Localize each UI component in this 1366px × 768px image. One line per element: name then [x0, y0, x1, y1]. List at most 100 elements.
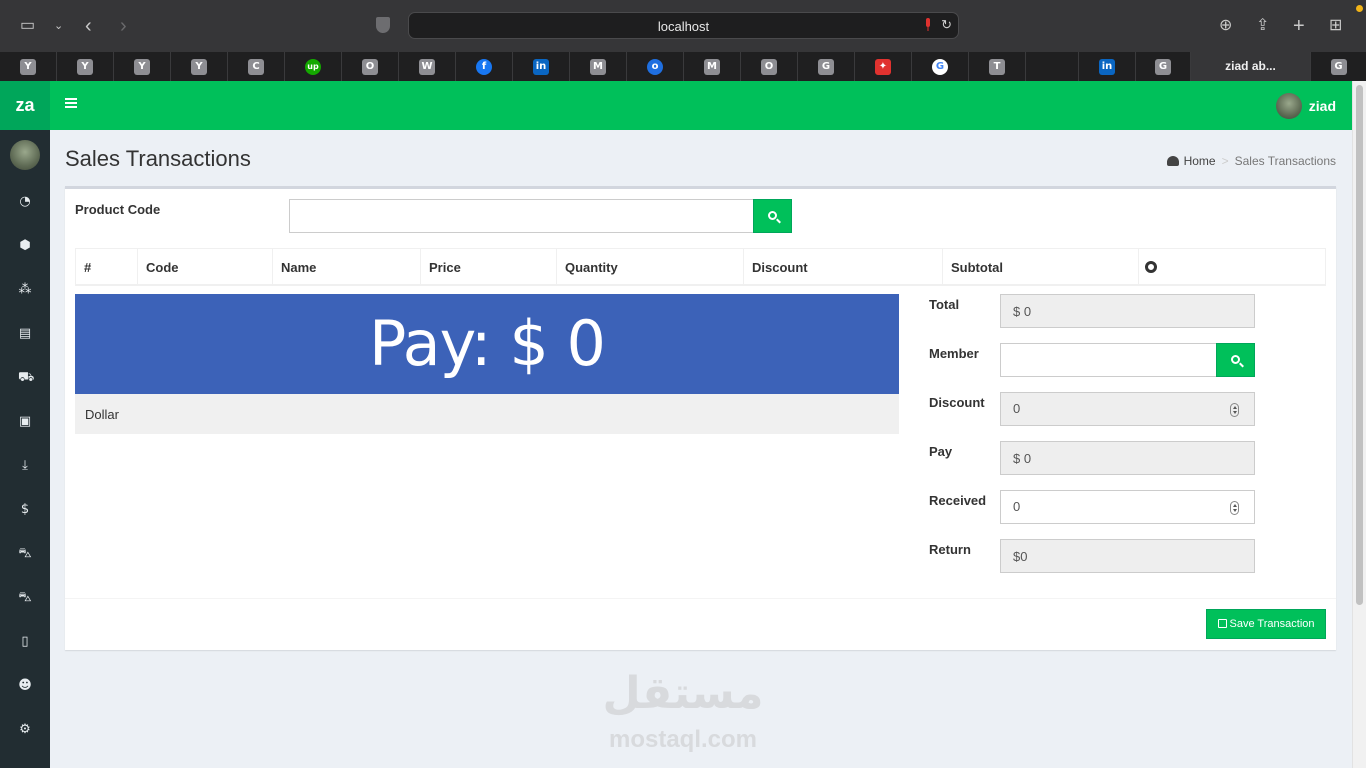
column-header: Name — [273, 249, 421, 285]
tab[interactable]: G — [1311, 52, 1366, 81]
tab-favicon: o — [647, 59, 663, 75]
address-text[interactable]: localhost — [409, 19, 958, 34]
tab-favicon: G — [1330, 59, 1347, 75]
page-scrollbar[interactable] — [1352, 81, 1366, 768]
product-search-button[interactable] — [753, 199, 792, 233]
back-icon[interactable]: ‹ — [85, 14, 92, 38]
table-header: # Code Name Price Quantity Discount Subt… — [75, 248, 1326, 286]
tab[interactable] — [1026, 52, 1079, 81]
sidebar-item-settings[interactable]: ⚙ — [0, 715, 50, 745]
chevron-down-icon[interactable]: ⌄ — [54, 14, 63, 38]
cube-icon: ⬢ — [19, 238, 31, 253]
box-footer-divider — [65, 598, 1336, 599]
downloads-icon[interactable]: ⊕ — [1219, 14, 1232, 38]
member-field[interactable] — [1000, 343, 1217, 377]
tab-favicon: in — [533, 59, 549, 75]
stepper-icon[interactable] — [1230, 403, 1239, 417]
sidebar-item-members[interactable]: ▤ — [0, 319, 50, 349]
save-transaction-button[interactable]: Save Transaction — [1206, 609, 1326, 639]
reload-icon[interactable]: ↻ — [941, 17, 952, 33]
dashboard-icon — [1166, 156, 1179, 166]
pay-field[interactable] — [1000, 441, 1255, 475]
money-icon: ▣ — [18, 414, 32, 429]
sidebar-item-dashboard[interactable]: ◔ — [0, 187, 50, 217]
sidebar-item-expenses[interactable]: ▣ — [0, 407, 50, 437]
sidebar-item-new-transaction[interactable]: ⛍ — [0, 583, 50, 613]
id-card-icon: ▤ — [18, 326, 32, 341]
tab-overview-icon[interactable]: ⊞ — [1329, 14, 1342, 38]
tab[interactable]: o — [627, 52, 684, 81]
forward-icon[interactable]: › — [120, 14, 127, 38]
tab[interactable]: G — [798, 52, 855, 81]
sidebar-item-transactions[interactable]: ⛍ — [0, 539, 50, 569]
return-field[interactable] — [1000, 539, 1255, 573]
sidebar-item-purchases[interactable]: ⤓ — [0, 451, 50, 481]
tab-favicon: W — [419, 59, 435, 75]
tab-favicon: ✦ — [875, 59, 891, 75]
pay-label: Pay — [929, 444, 953, 459]
total-label: Total — [929, 297, 960, 312]
tab-favicon: O — [362, 59, 378, 75]
tab[interactable]: W — [399, 52, 456, 81]
tab-favicon: in — [1099, 59, 1115, 75]
user-name[interactable]: ziad — [1309, 98, 1336, 114]
share-icon[interactable]: ⇪ — [1256, 14, 1269, 38]
app-logo[interactable]: za — [0, 81, 50, 130]
dashboard-icon: ◔ — [19, 194, 31, 209]
microphone-icon[interactable] — [924, 18, 932, 32]
sidebar-toggle-icon[interactable]: ▭ — [20, 14, 35, 38]
sidebar-item-users[interactable]: ☻ — [0, 671, 50, 701]
tab[interactable]: Y — [171, 52, 228, 81]
new-tab-icon[interactable]: + — [1293, 14, 1305, 38]
tab-active[interactable]: ziad ab... — [1191, 52, 1311, 81]
privacy-shield-icon[interactable] — [376, 17, 390, 33]
scrollbar-thumb[interactable] — [1356, 85, 1363, 605]
tab[interactable]: C — [228, 52, 285, 81]
received-label: Received — [929, 493, 987, 508]
discount-field[interactable]: 0 — [1000, 392, 1255, 426]
tab[interactable]: O — [741, 52, 798, 81]
browser-toolbar: ▭ ⌄ ‹ › localhost ↻ ⊕ ⇪ + ⊞ — [0, 0, 1366, 52]
breadcrumb-separator: > — [1221, 154, 1229, 168]
tab[interactable]: in — [1079, 52, 1136, 81]
tab-bar: Y Y Y Y C up O W f in M o M O G ✦ G T in… — [0, 52, 1366, 81]
member-search-button[interactable] — [1216, 343, 1255, 377]
avatar[interactable] — [1276, 93, 1302, 119]
breadcrumb-home[interactable]: Home — [1184, 154, 1216, 168]
tab[interactable]: T — [969, 52, 1026, 81]
tab[interactable]: M — [570, 52, 627, 81]
cubes-icon: ⁂ — [18, 282, 32, 297]
tab[interactable]: O — [342, 52, 399, 81]
sidebar-item-reports[interactable]: ▯ — [0, 627, 50, 657]
notification-dot — [1356, 5, 1363, 12]
tab[interactable]: f — [456, 52, 513, 81]
return-label: Return — [929, 542, 971, 557]
tab-favicon: Y — [20, 59, 36, 75]
menu-toggle-icon[interactable] — [65, 98, 77, 109]
tab[interactable]: Y — [57, 52, 114, 81]
tab[interactable]: Y — [0, 52, 57, 81]
tab[interactable]: up — [285, 52, 342, 81]
discount-label: Discount — [929, 395, 985, 410]
tab[interactable]: in — [513, 52, 570, 81]
tab[interactable]: ✦ — [855, 52, 912, 81]
sidebar-item-sales[interactable]: $ — [0, 495, 50, 525]
column-header-actions — [1139, 249, 1326, 285]
total-field[interactable] — [1000, 294, 1255, 328]
tab[interactable]: G — [912, 52, 969, 81]
received-field[interactable]: 0 — [1000, 490, 1255, 524]
sidebar-item-products[interactable]: ⁂ — [0, 275, 50, 305]
sidebar-item-categories[interactable]: ⬢ — [0, 231, 50, 261]
tab[interactable]: M — [684, 52, 741, 81]
cogs-icon: ⚙ — [19, 722, 31, 737]
tab-favicon: O — [761, 59, 777, 75]
sidebar-item-suppliers[interactable]: ⛟ — [0, 363, 50, 393]
save-icon — [1217, 619, 1227, 628]
product-code-input[interactable] — [289, 199, 754, 233]
tab[interactable]: Y — [114, 52, 171, 81]
pay-in-words: Dollar — [75, 394, 899, 434]
address-bar[interactable]: localhost ↻ — [408, 12, 959, 39]
stepper-icon[interactable] — [1230, 501, 1239, 515]
search-icon — [768, 211, 777, 220]
tab[interactable]: G — [1136, 52, 1191, 81]
